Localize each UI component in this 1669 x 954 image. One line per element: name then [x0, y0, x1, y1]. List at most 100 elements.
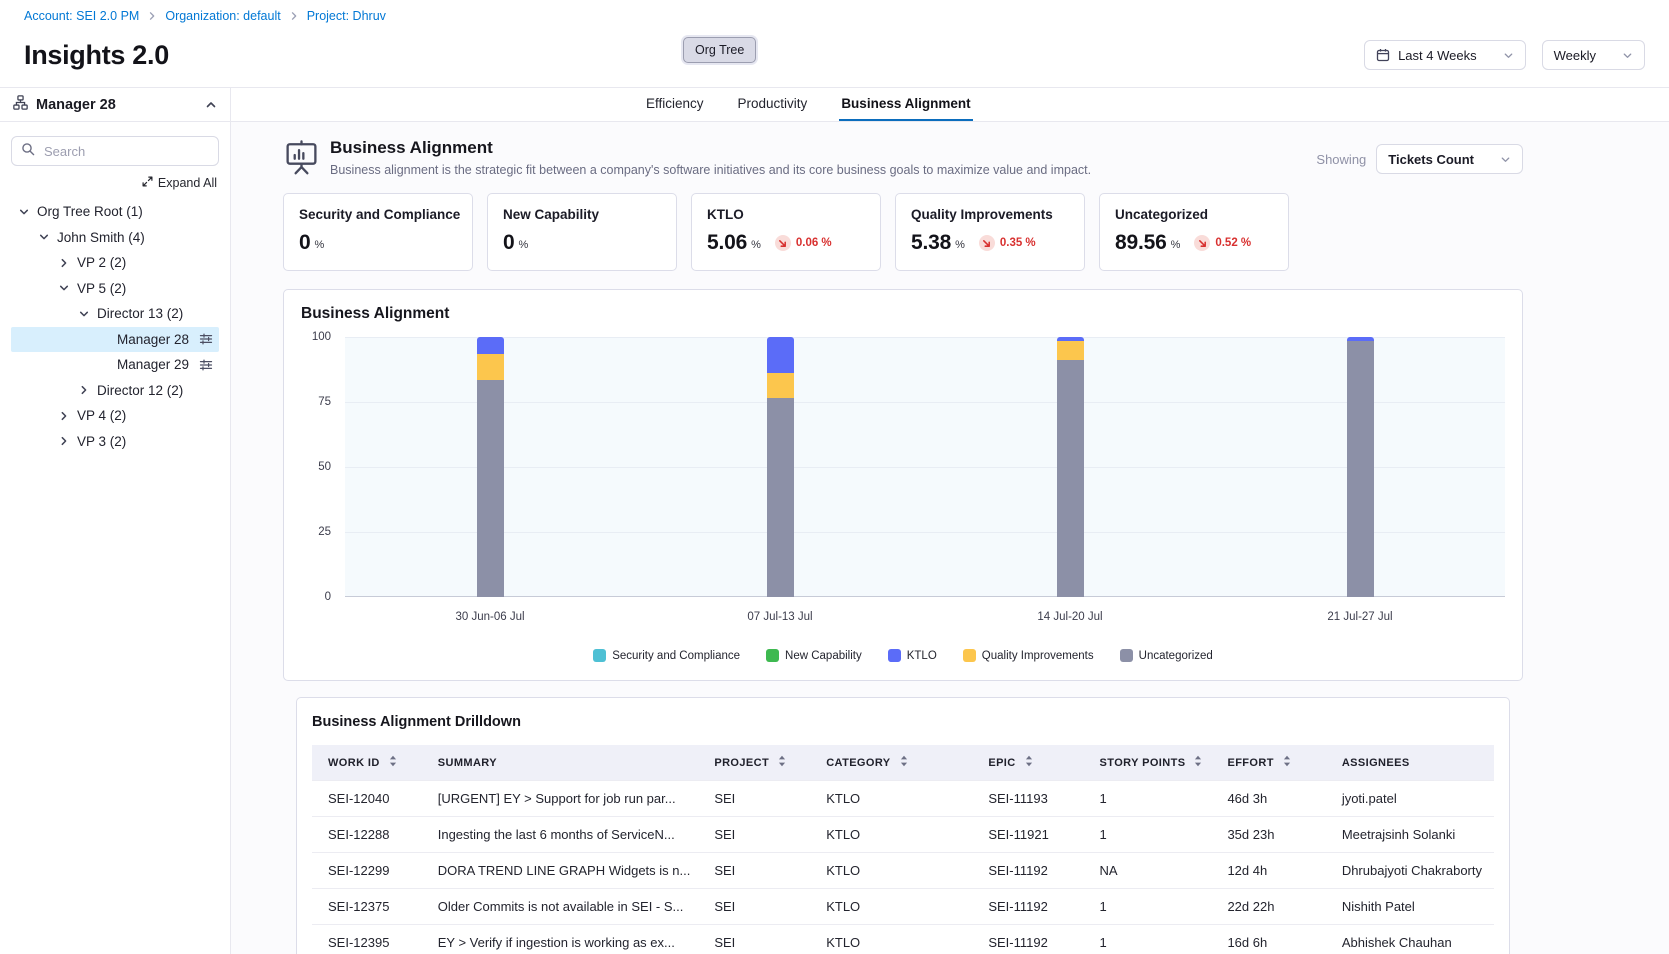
bar-segment-ktlo[interactable]	[1057, 337, 1084, 341]
column-header-label: STORY POINTS	[1100, 757, 1186, 769]
column-header-label: CATEGORY	[826, 757, 890, 769]
tree-item-vp-2-2[interactable]: VP 2 (2)	[11, 250, 219, 276]
legend-label: KTLO	[907, 650, 937, 662]
legend-item-ktlo[interactable]: KTLO	[888, 649, 937, 662]
bar-segment-uncategorized[interactable]	[1347, 341, 1374, 597]
date-range-select[interactable]: Last 4 Weeks	[1364, 40, 1526, 70]
x-axis-category-label: 30 Jun-06 Jul	[420, 611, 560, 623]
stacked-bar-21-jul-27-jul[interactable]	[1347, 337, 1374, 597]
tree-item-vp-5-2[interactable]: VP 5 (2)	[11, 276, 219, 302]
sort-arrows-icon[interactable]	[1282, 755, 1292, 770]
chevron-down-icon[interactable]	[18, 206, 32, 218]
stacked-bar-07-jul-13-jul[interactable]	[767, 337, 794, 597]
granularity-select[interactable]: Weekly	[1542, 40, 1645, 70]
sort-arrows-icon[interactable]	[1193, 755, 1203, 770]
stat-card-new-capability: New Capability0%	[487, 193, 677, 271]
table-row-sei-12375[interactable]: SEI-12375Older Commits is not available …	[312, 889, 1494, 925]
bar-segment-ktlo[interactable]	[767, 337, 794, 373]
sort-arrows-icon[interactable]	[388, 755, 398, 770]
cell-category: KTLO	[814, 817, 976, 853]
tree-item-director-12-2[interactable]: Director 12 (2)	[11, 378, 219, 404]
table-row-sei-12299[interactable]: SEI-12299DORA TREND LINE GRAPH Widgets i…	[312, 853, 1494, 889]
chevron-down-icon[interactable]	[78, 308, 92, 320]
tree-item-label: VP 2 (2)	[77, 255, 126, 270]
sidebar-title: Manager 28	[36, 97, 197, 113]
stacked-bar-14-jul-20-jul[interactable]	[1057, 337, 1084, 597]
tree-item-director-13-2[interactable]: Director 13 (2)	[11, 301, 219, 327]
stat-card-title: KTLO	[707, 207, 865, 222]
chevron-right-icon[interactable]	[58, 257, 72, 269]
chevron-down-icon	[1503, 50, 1514, 61]
drilldown-body: SEI-12040[URGENT] EY > Support for job r…	[312, 781, 1494, 954]
chevron-down-icon[interactable]	[58, 282, 72, 294]
tab-productivity[interactable]: Productivity	[736, 88, 810, 121]
cell-epic: SEI-11192	[976, 853, 1087, 889]
presentation-chart-icon	[283, 139, 320, 176]
trend-down-arrow-icon	[775, 235, 791, 251]
tree-item-manager-28[interactable]: Manager 28	[11, 327, 219, 353]
tree-item-vp-3-2[interactable]: VP 3 (2)	[11, 429, 219, 455]
table-row-sei-12040[interactable]: SEI-12040[URGENT] EY > Support for job r…	[312, 781, 1494, 817]
cell-effort: 46d 3h	[1215, 781, 1329, 817]
column-header-work-id[interactable]: WORK ID	[312, 745, 426, 781]
bar-segment-uncategorized[interactable]	[767, 398, 794, 597]
bar-segment-uncategorized[interactable]	[477, 380, 504, 597]
tree-item-org-tree-root-1[interactable]: Org Tree Root (1)	[11, 199, 219, 225]
showing-value: Tickets Count	[1388, 152, 1474, 167]
sort-arrows-icon[interactable]	[899, 755, 909, 770]
breadcrumb-organization[interactable]: Organization: default	[165, 9, 280, 23]
y-axis-tick-label: 25	[318, 526, 331, 538]
chevron-right-icon[interactable]	[78, 384, 92, 396]
column-header-epic[interactable]: EPIC	[976, 745, 1087, 781]
legend-item-new-capability[interactable]: New Capability	[766, 649, 862, 662]
chevron-down-icon[interactable]	[38, 231, 52, 243]
breadcrumb-account[interactable]: Account: SEI 2.0 PM	[24, 9, 139, 23]
tree-item-label: Director 13 (2)	[97, 306, 183, 321]
bar-segment-quality-improvements[interactable]	[1057, 341, 1084, 361]
chevron-right-icon[interactable]	[58, 435, 72, 447]
tree-item-john-smith-4[interactable]: John Smith (4)	[11, 225, 219, 251]
chart-x-axis: 30 Jun-06 Jul07 Jul-13 Jul14 Jul-20 Jul2…	[345, 611, 1505, 627]
tree-item-manager-29[interactable]: Manager 29	[11, 352, 219, 378]
stat-card-uncategorized: Uncategorized89.56%0.52 %	[1099, 193, 1289, 271]
expand-all-button[interactable]: Expand All	[13, 176, 217, 190]
showing-select[interactable]: Tickets Count	[1376, 144, 1523, 174]
breadcrumb-project[interactable]: Project: Dhruv	[307, 9, 386, 23]
column-header-project[interactable]: PROJECT	[702, 745, 814, 781]
tree-item-label: VP 5 (2)	[77, 281, 126, 296]
search-icon	[21, 142, 35, 161]
stacked-bar-30-jun-06-jul[interactable]	[477, 337, 504, 597]
cell-work-id: SEI-12375	[312, 889, 426, 925]
sort-arrows-icon[interactable]	[1024, 755, 1034, 770]
x-axis-category-label: 21 Jul-27 Jul	[1290, 611, 1430, 623]
column-header-category[interactable]: CATEGORY	[814, 745, 976, 781]
org-tree-button[interactable]: Org Tree	[683, 37, 756, 63]
search-input[interactable]	[42, 143, 209, 160]
cell-work-id: SEI-12395	[312, 925, 426, 954]
bar-segment-uncategorized[interactable]	[1057, 360, 1084, 597]
legend-item-uncategorized[interactable]: Uncategorized	[1120, 649, 1213, 662]
collapse-sidebar-chevron-up-icon[interactable]	[205, 99, 217, 111]
tree-item-label: Director 12 (2)	[97, 383, 183, 398]
granularity-value: Weekly	[1554, 48, 1596, 63]
tab-efficiency[interactable]: Efficiency	[644, 88, 706, 121]
legend-item-security-and-compliance[interactable]: Security and Compliance	[593, 649, 740, 662]
bar-segment-ktlo[interactable]	[477, 337, 504, 354]
tab-business-alignment[interactable]: Business Alignment	[839, 88, 972, 121]
filter-sliders-icon[interactable]	[199, 332, 213, 346]
table-row-sei-12395[interactable]: SEI-12395EY > Verify if ingestion is wor…	[312, 925, 1494, 954]
bar-segment-quality-improvements[interactable]	[477, 354, 504, 380]
sort-arrows-icon[interactable]	[777, 755, 787, 770]
filter-sliders-icon[interactable]	[199, 358, 213, 372]
bar-segment-quality-improvements[interactable]	[767, 373, 794, 398]
bar-segment-ktlo[interactable]	[1347, 337, 1374, 341]
table-row-sei-12288[interactable]: SEI-12288Ingesting the last 6 months of …	[312, 817, 1494, 853]
column-header-effort[interactable]: EFFORT	[1215, 745, 1329, 781]
legend-item-quality-improvements[interactable]: Quality Improvements	[963, 649, 1094, 662]
stat-card-unit: %	[1171, 239, 1181, 251]
chevron-right-icon[interactable]	[58, 410, 72, 422]
gridline	[345, 337, 1505, 338]
page-title: Insights 2.0	[24, 40, 169, 71]
tree-item-vp-4-2[interactable]: VP 4 (2)	[11, 403, 219, 429]
column-header-story-points[interactable]: STORY POINTS	[1088, 745, 1216, 781]
